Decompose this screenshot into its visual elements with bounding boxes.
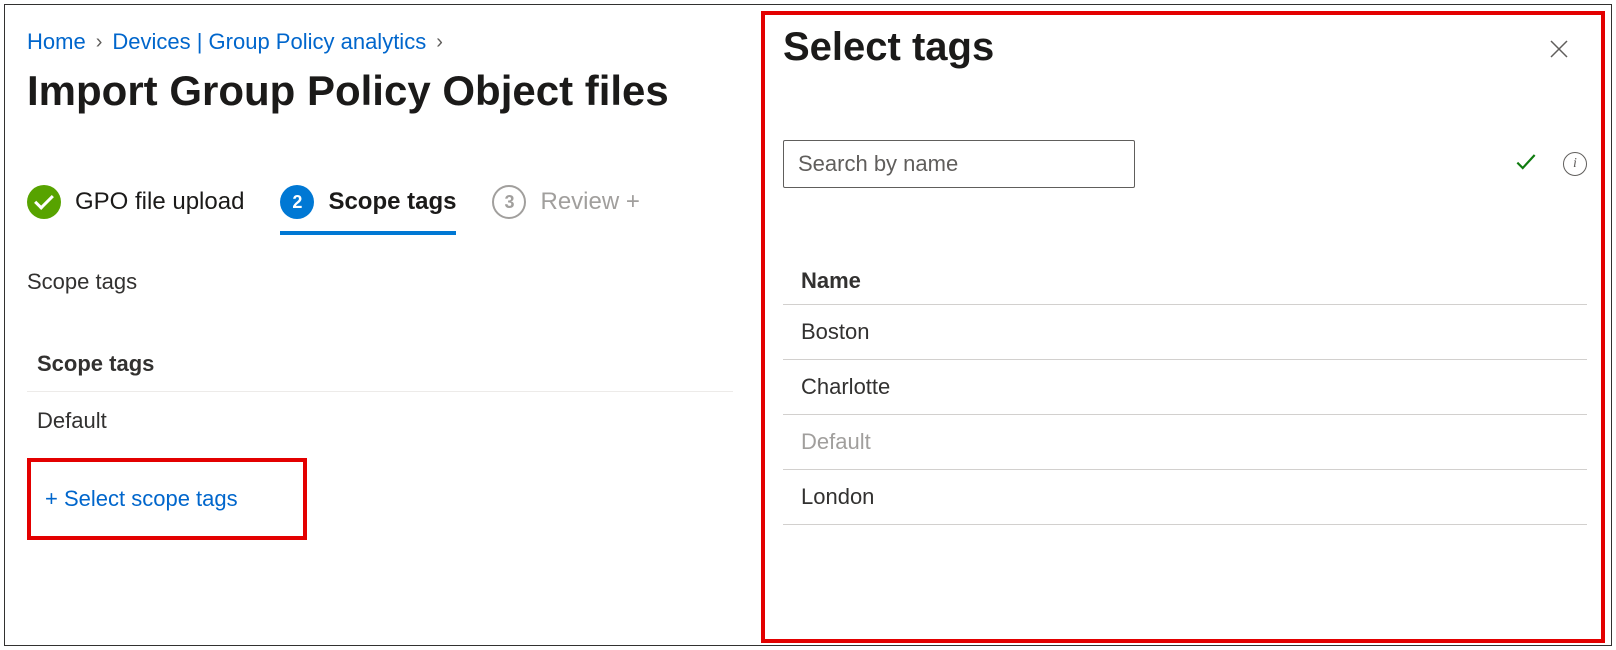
- chevron-right-icon: ›: [436, 31, 443, 54]
- breadcrumb-devices[interactable]: Devices | Group Policy analytics: [112, 29, 426, 55]
- list-item[interactable]: London: [783, 470, 1587, 525]
- section-label: Scope tags: [27, 269, 733, 295]
- tag-list-column-header: Name: [783, 258, 1587, 305]
- window-frame: Home › Devices | Group Policy analytics …: [4, 4, 1612, 646]
- table-row: Default: [27, 392, 733, 450]
- step-gpo-file-upload[interactable]: GPO file upload: [27, 185, 244, 229]
- select-tags-panel: Select tags i: [783, 25, 1587, 629]
- chevron-right-icon: ›: [96, 31, 103, 54]
- breadcrumb: Home › Devices | Group Policy analytics …: [27, 29, 733, 55]
- step-number-icon: 3: [492, 185, 526, 219]
- scope-tags-column-header: Scope tags: [27, 337, 733, 392]
- tag-list: Name BostonCharlotteDefaultLondon: [783, 258, 1587, 525]
- select-scope-tags-button[interactable]: + Select scope tags: [45, 486, 238, 511]
- step-label: GPO file upload: [75, 188, 244, 216]
- panel-title: Select tags: [783, 25, 994, 70]
- list-item[interactable]: Boston: [783, 305, 1587, 360]
- select-tags-panel-highlight: Select tags i: [761, 11, 1605, 643]
- checkmark-icon: [1513, 149, 1539, 180]
- step-label: Review +: [540, 188, 639, 216]
- list-item[interactable]: Charlotte: [783, 360, 1587, 415]
- search-row: i: [783, 140, 1587, 188]
- close-icon[interactable]: [1541, 31, 1577, 67]
- info-icon[interactable]: i: [1563, 152, 1587, 176]
- list-item: Default: [783, 415, 1587, 470]
- checkmark-icon: [27, 185, 61, 219]
- main-content: Home › Devices | Group Policy analytics …: [5, 5, 755, 564]
- search-input[interactable]: [783, 140, 1135, 188]
- page-title: Import Group Policy Object files: [27, 67, 733, 115]
- search-wrap: [783, 140, 1551, 188]
- breadcrumb-home[interactable]: Home: [27, 29, 86, 55]
- step-scope-tags[interactable]: 2 Scope tags: [280, 185, 456, 229]
- step-number-icon: 2: [280, 185, 314, 219]
- wizard-stepper: GPO file upload 2 Scope tags 3 Review +: [27, 185, 733, 229]
- step-label: Scope tags: [328, 188, 456, 216]
- step-review[interactable]: 3 Review +: [492, 185, 639, 229]
- select-scope-tags-highlight: + Select scope tags: [27, 458, 307, 540]
- panel-header: Select tags: [783, 25, 1587, 70]
